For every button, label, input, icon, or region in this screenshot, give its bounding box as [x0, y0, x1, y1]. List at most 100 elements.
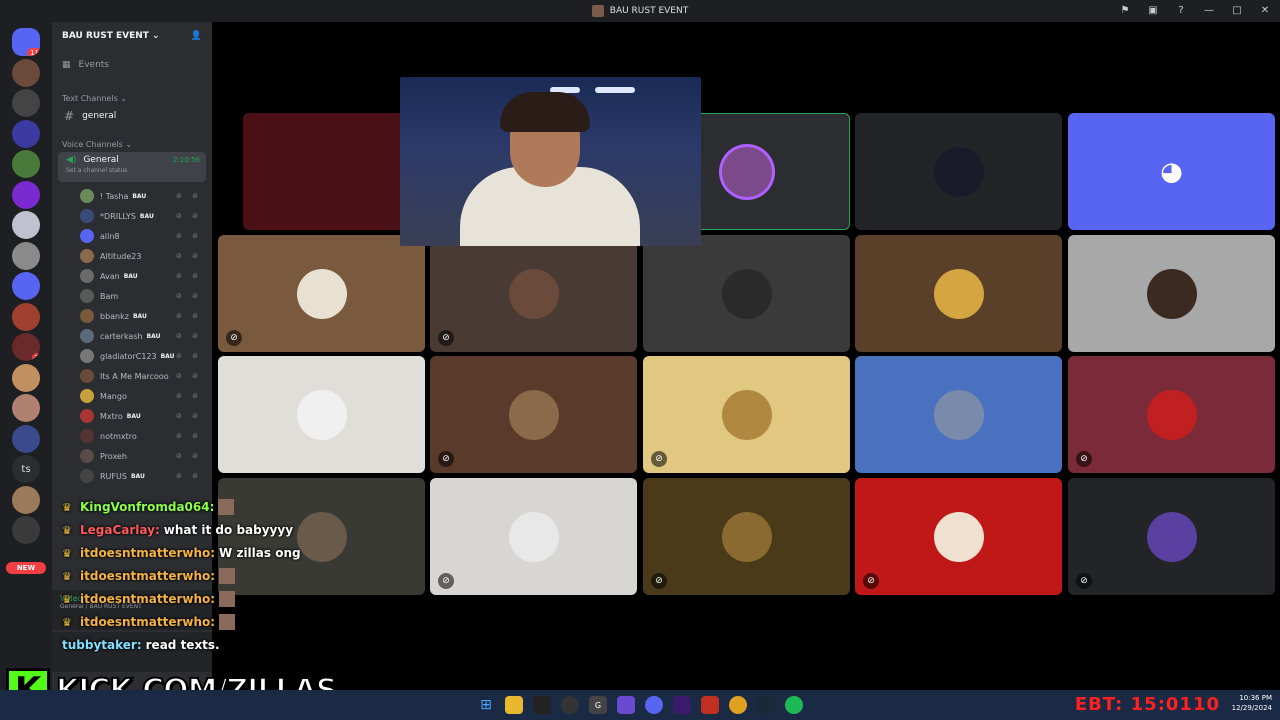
voice-member[interactable]: Its A Me Marcooo ⊘ ⊘ — [52, 366, 212, 386]
participant-avatar — [296, 268, 347, 319]
help-icon[interactable]: ? — [1174, 3, 1188, 17]
voice-member[interactable]: notmxtro ⊘ ⊘ — [52, 426, 212, 446]
file-explorer-icon[interactable] — [505, 696, 523, 714]
muted-deafened-icon: ⊘ ⊘ — [176, 332, 202, 340]
server-icon[interactable] — [12, 363, 40, 392]
participant-tile[interactable]: ⊘ — [1068, 478, 1275, 595]
window-title: BAU RUST EVENT — [609, 6, 689, 16]
voice-member[interactable]: *DRILLYS BAU ⊘ ⊘ — [52, 206, 212, 226]
chat-message: ♛ itdoesntmatterwho: — [62, 564, 402, 587]
muted-deafened-icon: ⊘ ⊘ — [176, 452, 202, 460]
participant-tile[interactable] — [855, 113, 1062, 230]
participant-tile[interactable]: ⊘ — [643, 478, 850, 595]
voice-member[interactable]: ! Tasha BAU ⊘ ⊘ — [52, 186, 212, 206]
channel-status[interactable]: Set a channel status — [66, 167, 198, 174]
voice-member[interactable]: Mango ⊘ ⊘ — [52, 386, 212, 406]
maximize-button[interactable]: □ — [1230, 3, 1244, 17]
voice-member[interactable]: Bam ⊘ ⊘ — [52, 286, 212, 306]
member-name: gladiatorC123 — [100, 351, 157, 361]
voice-member[interactable]: carterkash BAU ⊘ ⊘ — [52, 326, 212, 346]
flag-icon[interactable]: ⚑ — [1118, 3, 1132, 17]
avatar — [80, 309, 94, 323]
server-icon[interactable] — [12, 516, 40, 544]
participant-tile[interactable] — [643, 235, 850, 352]
close-button[interactable]: ✕ — [1258, 3, 1272, 17]
participant-tile[interactable] — [855, 356, 1062, 473]
voice-member[interactable]: Avan BAU ⊘ ⊘ — [52, 266, 212, 286]
channel-general[interactable]: # general — [52, 106, 212, 126]
voice-member[interactable]: alln8 ⊘ ⊘ — [52, 226, 212, 246]
voice-member[interactable]: bbankz BAU ⊘ ⊘ — [52, 306, 212, 326]
server-icon[interactable]: 11 — [12, 28, 40, 56]
system-tray-clock[interactable]: 10:36 PM 12/29/2024 — [1232, 693, 1272, 713]
voice-member[interactable]: gladiatorC123 BAU ⊘ ⊘ — [52, 346, 212, 366]
participant-avatar — [721, 389, 772, 440]
app-icon[interactable] — [533, 696, 551, 714]
chat-text: W zillas ong — [219, 545, 301, 560]
server-icon[interactable] — [12, 241, 40, 270]
member-name: Altitude23 — [100, 251, 142, 261]
server-icon[interactable] — [12, 211, 40, 239]
server-icon[interactable] — [12, 302, 40, 331]
participant-tile[interactable]: ⊘ — [430, 478, 637, 595]
windows-taskbar: ⊞ G EBT: 15:0110 10:36 PM 12/29/2024 — [0, 690, 1280, 720]
server-icon[interactable] — [12, 485, 40, 514]
participant-tile[interactable]: ⊘ — [855, 478, 1062, 595]
voice-member[interactable]: Mxtro BAU ⊘ ⊘ — [52, 406, 212, 426]
avatar — [80, 449, 94, 463]
server-icon[interactable]: 1 — [12, 333, 40, 361]
voice-member[interactable]: RUFUS BAU ⊘ ⊘ — [52, 466, 212, 486]
participant-tile[interactable]: ⊘ — [430, 356, 637, 473]
participant-avatar — [1146, 389, 1197, 440]
muted-deafened-icon: ⊘ ⊘ — [176, 192, 202, 200]
server-icon[interactable] — [12, 119, 40, 148]
member-name: Mxtro — [100, 411, 123, 421]
minimize-button[interactable]: — — [1202, 3, 1216, 17]
mic-muted-icon: ⊘ — [438, 451, 454, 467]
app-icon[interactable]: G — [589, 696, 607, 714]
server-name: BAU RUST EVENT — [62, 31, 149, 41]
category-voice[interactable]: Voice Channels ⌄ — [52, 136, 212, 152]
steam-icon[interactable] — [757, 696, 775, 714]
category-text[interactable]: Text Channels ⌄ — [52, 90, 212, 106]
events-label: Events — [78, 60, 109, 70]
participant-tile[interactable]: ⊘ — [643, 356, 850, 473]
events-item[interactable]: ▦ Events — [52, 50, 212, 80]
server-icon[interactable] — [12, 424, 40, 453]
muted-deafened-icon: ⊘ ⊘ — [176, 312, 202, 320]
server-header[interactable]: BAU RUST EVENT ⌄ 👤 — [52, 22, 212, 50]
participant-tile[interactable] — [218, 356, 425, 473]
participant-tile[interactable] — [855, 235, 1062, 352]
participant-tile[interactable] — [1068, 235, 1275, 352]
server-icon[interactable] — [12, 58, 40, 87]
obs-icon[interactable] — [561, 696, 579, 714]
chrome-icon[interactable] — [729, 696, 747, 714]
app-icon[interactable] — [673, 696, 691, 714]
avatar — [80, 369, 94, 383]
server-icon[interactable] — [12, 272, 40, 300]
app-icon[interactable] — [701, 696, 719, 714]
add-member-icon[interactable]: 👤 — [191, 31, 202, 41]
voice-channel-general[interactable]: ◀) General 2:10:56 Set a channel status — [58, 152, 206, 182]
discord-icon[interactable] — [645, 696, 663, 714]
voice-member[interactable]: Proxeh ⊘ ⊘ — [52, 446, 212, 466]
participant-tile[interactable]: ⊘ — [1068, 356, 1275, 473]
server-icon[interactable] — [12, 150, 40, 178]
spotify-icon[interactable] — [785, 696, 803, 714]
avatar — [80, 269, 94, 283]
server-icon[interactable] — [12, 180, 40, 209]
participant-tile[interactable]: ◕ — [1068, 113, 1275, 230]
server-icon-ts[interactable]: ts — [12, 455, 40, 483]
server-icon[interactable] — [12, 89, 40, 117]
participant-tile[interactable]: ⊘ — [218, 235, 425, 352]
participant-tile[interactable]: ⊘ — [430, 235, 637, 352]
participant-tile[interactable] — [243, 113, 423, 230]
voice-member[interactable]: Altitude23 ⊘ ⊘ — [52, 246, 212, 266]
windows-start-icon[interactable]: ⊞ — [477, 696, 495, 714]
notification-badge: 11 — [27, 48, 40, 56]
muted-deafened-icon: ⊘ ⊘ — [176, 352, 202, 360]
inbox-icon[interactable]: ▣ — [1146, 3, 1160, 17]
server-rail: 11 1 ts NEW — [0, 22, 52, 690]
app-icon[interactable] — [617, 696, 635, 714]
server-icon[interactable] — [12, 394, 40, 422]
